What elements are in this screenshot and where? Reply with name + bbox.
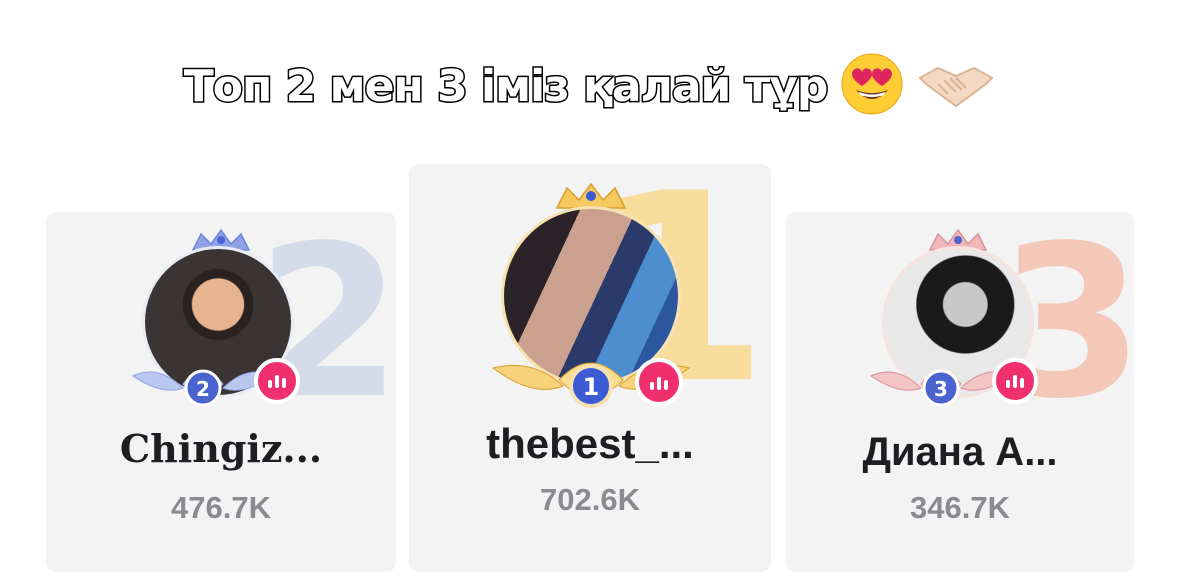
avatar-group: 2 — [131, 228, 308, 408]
avatar-group: 3 — [869, 228, 1048, 408]
avatar-group: 1 — [491, 182, 691, 408]
user-name[interactable]: Диана А... — [786, 430, 1134, 475]
user-name[interactable]: Chingiz... — [46, 426, 396, 471]
rank-3-badge-label: 3 — [934, 377, 948, 401]
rank-1-badge-label: 1 — [583, 373, 600, 401]
heart-eyes-icon — [840, 52, 904, 121]
rank-2-badge-label: 2 — [196, 377, 210, 401]
rank-card-2[interactable]: 2 2 Chingiz... 476.7K — [46, 212, 396, 572]
handshake-icon — [916, 56, 996, 117]
user-score: 702.6K — [540, 482, 640, 517]
rank-card-1[interactable]: 1 1 thebest_... 702.6K — [409, 164, 771, 572]
live-badge[interactable] — [992, 358, 1038, 404]
user-score: 476.7K — [171, 490, 271, 525]
user-score: 346.7K — [910, 490, 1010, 525]
rank-card-3[interactable]: 3 3 Диана А... 346.7K — [786, 212, 1134, 572]
user-name[interactable]: thebest_... — [409, 420, 771, 468]
caption-text: Топ 2 мен 3 іміз қалай тұр — [182, 60, 830, 114]
caption: Топ 2 мен 3 іміз қалай тұр — [0, 52, 1180, 121]
live-badge[interactable] — [635, 358, 683, 406]
live-badge[interactable] — [254, 358, 300, 404]
